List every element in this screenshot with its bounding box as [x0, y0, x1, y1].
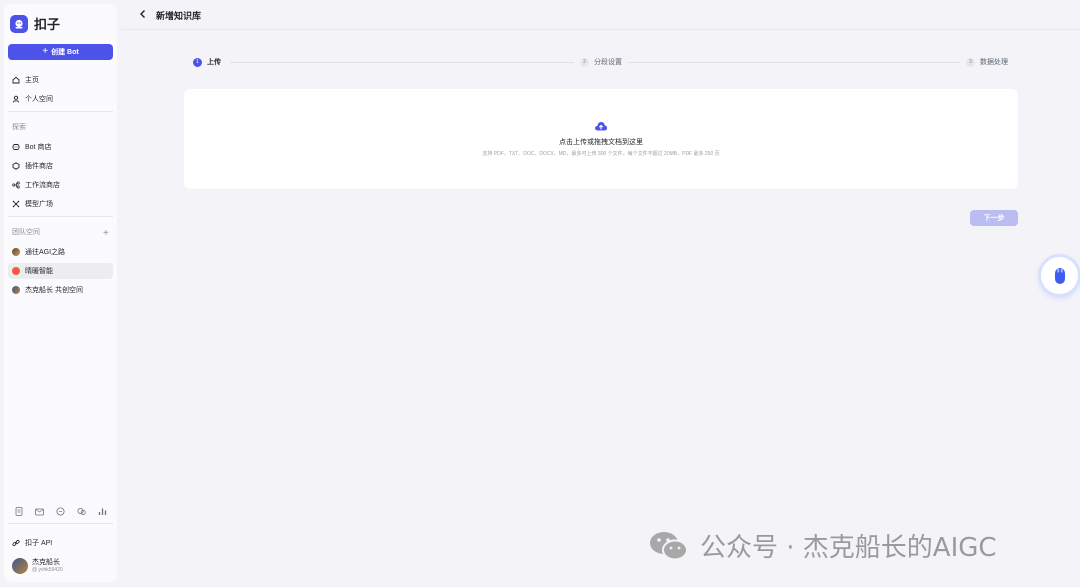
back-button[interactable] [137, 8, 149, 20]
next-step-button[interactable]: 下一步 [970, 210, 1018, 226]
chart-icon[interactable] [98, 507, 107, 516]
cloud-upload-icon [595, 122, 608, 131]
step-label: 上传 [207, 59, 221, 66]
sidebar: 扣子 + 创建 Bot 主页 个人空间 探索 Bot 商店 插件商店 工作流商店… [4, 4, 117, 582]
app-name: 扣子 [34, 17, 61, 32]
sidebar-item-team[interactable]: 晴暖智能 [8, 263, 113, 279]
sidebar-item-label: 模型广场 [25, 201, 53, 208]
avatar [12, 558, 28, 574]
plugin-icon [12, 162, 20, 170]
bot-icon [12, 143, 20, 151]
team-avatar [12, 267, 20, 275]
step-connector [230, 62, 574, 63]
sidebar-item-api[interactable]: 扣子 API [8, 535, 113, 551]
team-avatar [12, 248, 20, 256]
logo[interactable]: 扣子 [10, 14, 60, 33]
header: 新增知识库 [121, 0, 1080, 30]
workflow-icon [12, 181, 20, 189]
sidebar-item-label: 扣子 API [25, 540, 53, 547]
bottom-toolbar [14, 507, 107, 516]
upload-instruction: 点击上传或拖拽文档到这里 [559, 139, 643, 146]
community-icon[interactable] [77, 507, 86, 516]
link-icon [12, 539, 20, 547]
sidebar-item-label: Bot 商店 [25, 144, 52, 151]
step-upload: 1 上传 [193, 57, 221, 67]
assistant-bot-icon [1054, 267, 1065, 284]
sidebar-item-personal-space[interactable]: 个人空间 [8, 91, 113, 107]
step-number: 2 [580, 57, 589, 67]
sidebar-item-label: 晴暖智能 [25, 268, 53, 275]
step-data-processing: 3 数据处理 [966, 57, 1008, 67]
step-segment-settings: 2 分段设置 [580, 57, 622, 67]
sidebar-item-team[interactable]: 通往AGI之路 [8, 244, 113, 260]
sidebar-item-bot-store[interactable]: Bot 商店 [8, 139, 113, 155]
user-id: @ yvhk59420 [32, 567, 63, 573]
step-connector [628, 62, 960, 63]
divider [8, 523, 113, 524]
page-title: 新增知识库 [156, 11, 202, 21]
create-bot-button[interactable]: + 创建 Bot [8, 44, 113, 60]
step-number: 1 [193, 57, 202, 67]
plus-icon: + [42, 46, 49, 57]
create-bot-label: 创建 Bot [51, 49, 79, 56]
sidebar-item-label: 通往AGI之路 [25, 249, 66, 256]
explore-section-label: 探索 [12, 124, 26, 131]
step-label: 分段设置 [594, 59, 622, 66]
user-name: 杰克船长 [32, 559, 60, 566]
divider [8, 111, 113, 112]
sidebar-item-home[interactable]: 主页 [8, 72, 113, 88]
document-icon[interactable] [14, 507, 23, 516]
step-label: 数据处理 [980, 59, 1008, 66]
user-icon [12, 95, 20, 103]
sidebar-item-label: 插件商店 [25, 163, 53, 170]
upload-hint: 支持 PDF、TXT、DOC、DOCX、MD，最多可上传 300 个文件，每个文… [482, 151, 720, 157]
step-number: 3 [966, 57, 975, 67]
divider [8, 216, 113, 217]
user-profile[interactable]: 杰克船长 @ yvhk59420 [12, 558, 63, 574]
team-section-label: 团队空间 [12, 229, 40, 236]
watermark-text: 公众号 · 杰克船长的AIGC [700, 533, 997, 563]
watermark: 公众号 · 杰克船长的AIGC [648, 527, 997, 564]
mail-icon[interactable] [35, 507, 44, 516]
sidebar-item-plugin-store[interactable]: 插件商店 [8, 158, 113, 174]
home-icon [12, 76, 20, 84]
sidebar-item-model-square[interactable]: 模型广场 [8, 196, 113, 212]
coze-logo-icon [10, 14, 28, 33]
sidebar-item-workflow-store[interactable]: 工作流商店 [8, 177, 113, 193]
feedback-icon[interactable] [56, 507, 65, 516]
wechat-icon [650, 531, 688, 560]
model-icon [12, 200, 20, 208]
sidebar-item-label: 工作流商店 [25, 182, 60, 189]
sidebar-item-label: 主页 [25, 77, 39, 84]
chevron-left-icon [140, 10, 145, 18]
sidebar-item-team[interactable]: 杰克船长 共创空间 [8, 282, 113, 298]
floating-assistant-button[interactable] [1041, 257, 1078, 294]
sidebar-item-label: 杰克船长 共创空间 [25, 287, 83, 294]
team-avatar [12, 286, 20, 294]
upload-dropzone[interactable]: 点击上传或拖拽文档到这里 支持 PDF、TXT、DOC、DOCX、MD，最多可上… [184, 89, 1018, 189]
sidebar-item-label: 个人空间 [25, 96, 53, 103]
add-team-icon[interactable]: + [103, 229, 109, 239]
